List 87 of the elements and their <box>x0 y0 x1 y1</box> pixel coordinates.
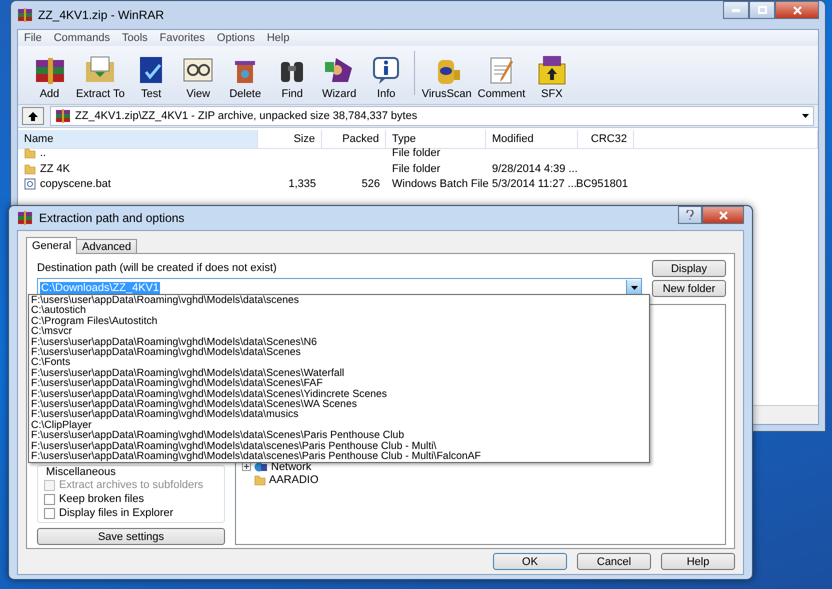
close-icon <box>718 210 728 220</box>
toolbar-button[interactable]: View <box>174 54 222 100</box>
menu-item[interactable]: File <box>24 32 42 44</box>
dropdown-item[interactable]: F:\users\user\appData\Roaming\vghd\Models\data\Scenes\Paris Penthouse Club <box>31 431 647 442</box>
table-cell: BC951801 <box>576 178 628 190</box>
column-header[interactable]: Name <box>18 130 258 149</box>
menu-item[interactable]: Tools <box>122 32 148 44</box>
dropdown-item[interactable]: F:\users\user\appData\Roaming\vghd\Models\data\Scenes\FAF <box>31 379 647 390</box>
table-cell: File folder <box>392 162 440 175</box>
up-folder-button[interactable] <box>22 107 44 125</box>
question-icon <box>686 210 694 220</box>
toolbar-button[interactable]: Add <box>26 54 73 100</box>
dropdown-item[interactable]: F:\users\user\appData\Roaming\vghd\Models\data\Scenes\N6 <box>31 338 647 348</box>
menu-item[interactable]: Options <box>216 32 255 44</box>
side-button[interactable]: New folder <box>652 280 726 297</box>
side-button[interactable]: Display <box>652 260 726 277</box>
dropdown-item[interactable]: C:\msvcr <box>31 327 647 338</box>
table-cell: 1,335 <box>288 178 316 190</box>
folder-icon <box>24 162 36 175</box>
tree-item[interactable]: Network <box>271 460 312 472</box>
field-label: Destination path (will be created if does not exist) <box>37 262 278 274</box>
dialog-button[interactable]: Help <box>661 553 735 570</box>
table-cell: File folder <box>392 147 440 160</box>
column-header[interactable]: Modified <box>486 130 578 149</box>
toolbar-button[interactable]: VirusScan <box>418 54 475 100</box>
dropdown-item[interactable]: C:\ClipPlayer <box>31 420 647 432</box>
toolbar-button[interactable]: Info <box>362 54 410 100</box>
dropdown-item[interactable]: C:\Program Files\Autostitch <box>31 316 647 328</box>
minimize-icon <box>732 8 740 12</box>
up-arrow-icon <box>27 110 39 122</box>
table-cell: 526 <box>362 178 380 190</box>
table-cell: Windows Batch File <box>392 178 489 190</box>
dialog-button[interactable]: OK <box>493 553 567 570</box>
toolbar-button[interactable]: Extract To <box>73 54 128 100</box>
window-title: ZZ_4KV1.zip - WinRAR <box>38 8 164 22</box>
dropdown-item[interactable]: F:\users\user\appData\Roaming\vghd\Models\data\Scenes <box>31 348 647 358</box>
toolbar-button[interactable]: Test <box>128 54 175 100</box>
help-button[interactable] <box>678 206 702 224</box>
toolbar-button[interactable]: Find <box>268 54 316 100</box>
file-name[interactable]: .. <box>40 147 46 160</box>
option-checkbox[interactable]: Display files in Explorer <box>44 506 218 520</box>
maximize-icon <box>758 6 766 14</box>
dropdown-item[interactable]: F:\users\user\appData\Roaming\vghd\Models\data\Scenes\Waterfall <box>31 368 647 380</box>
folder-icon <box>254 474 266 486</box>
dropdown-item[interactable]: F:\users\user\appData\Roaming\vghd\Models\data\scenes <box>31 296 647 306</box>
dialog-button[interactable]: Cancel <box>577 553 651 570</box>
column-header[interactable]: Size <box>258 130 322 149</box>
dropdown-item[interactable]: F:\users\user\appData\Roaming\vghd\Models\data\Scenes\Yidincrete Scenes <box>31 390 647 400</box>
folder-icon <box>24 147 36 160</box>
menu-item[interactable]: Help <box>266 32 290 44</box>
dropdown-item[interactable]: F:\users\user\appData\Roaming\vghd\Models\data\Scenes\WA Scenes <box>31 400 647 410</box>
address-field[interactable]: ZZ_4KV1.zip\ZZ_4KV1 - ZIP archive, unpacked size 38,784,337 bytes <box>50 106 814 126</box>
table-cell: 9/28/2014 4:39 ... <box>492 162 578 175</box>
archive-icon <box>55 109 71 123</box>
dropdown-item[interactable]: F:\users\user\appData\Roaming\vghd\Models\data\scenes\Paris Penthouse Club - Multi\ <box>31 442 647 452</box>
menu-item[interactable]: Commands <box>54 32 110 44</box>
close-icon <box>792 6 802 14</box>
column-header[interactable]: Packed <box>322 130 386 149</box>
tab[interactable]: Advanced <box>76 239 138 254</box>
save-settings-button[interactable]: Save settings <box>37 528 225 545</box>
file-name[interactable]: copyscene.bat <box>40 178 111 190</box>
toolbar-button[interactable]: Delete <box>222 54 269 100</box>
menu-item[interactable]: Favorites <box>160 32 205 44</box>
archive-icon <box>17 8 33 22</box>
dropdown-item[interactable]: F:\users\user\appData\Roaming\vghd\Models\data\scenes\Paris Penthouse Club - Multi\FalconAF <box>31 452 647 462</box>
toolbar-button[interactable]: Comment <box>474 54 528 100</box>
minimize-button[interactable] <box>723 1 749 19</box>
option-checkbox[interactable]: Keep broken files <box>44 492 218 506</box>
tab[interactable]: General <box>26 237 78 254</box>
column-header[interactable]: Type <box>386 130 486 149</box>
dropdown-arrow-icon <box>802 114 809 118</box>
toolbar-button[interactable]: Wizard <box>316 54 363 100</box>
toolbar-button[interactable]: SFX <box>528 54 576 100</box>
maximize-button[interactable] <box>749 1 775 19</box>
close-button[interactable] <box>702 206 744 224</box>
file-name[interactable]: ZZ 4K <box>40 162 70 175</box>
column-header[interactable]: CRC32 <box>578 130 634 149</box>
close-button[interactable] <box>775 1 819 19</box>
tree-item[interactable]: AARADIO <box>269 474 319 486</box>
group-label: Miscellaneous <box>44 466 118 478</box>
dropdown-item[interactable]: F:\users\user\appData\Roaming\vghd\Models\data\musics <box>31 410 647 421</box>
dropdown-item[interactable]: C:\Fonts <box>31 358 647 369</box>
dropdown-item[interactable]: C:\autostich <box>31 306 647 317</box>
table-cell: 5/3/2014 11:27 ... <box>492 178 577 190</box>
dialog-title: Extraction path and options <box>39 211 184 225</box>
dropdown-arrow-icon <box>630 286 638 290</box>
archive-icon <box>17 211 33 225</box>
